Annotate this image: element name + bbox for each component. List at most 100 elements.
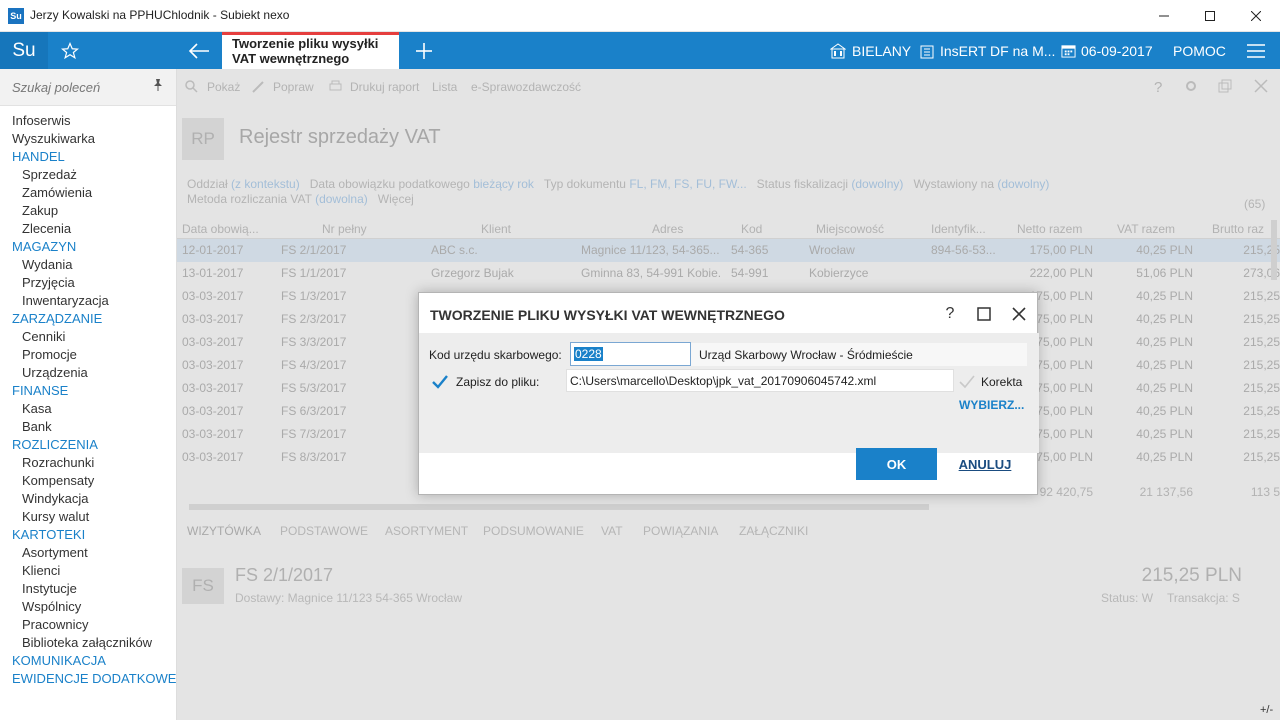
sidebar-section[interactable]: HANDEL	[0, 148, 176, 166]
date-label: 06-09-2017	[1081, 42, 1153, 59]
filter-value[interactable]: (z kontekstu)	[231, 177, 300, 191]
menu-button[interactable]	[1247, 32, 1265, 69]
column-header[interactable]: Data obowią...	[182, 222, 259, 236]
sidebar-item[interactable]: Biblioteka załączników	[0, 634, 176, 652]
column-header[interactable]: Kod	[741, 222, 762, 236]
edit-button[interactable]: Popraw	[273, 80, 314, 94]
tax-office-code-input[interactable]: 0228	[570, 342, 691, 366]
gear-icon[interactable]	[1184, 79, 1198, 96]
detail-tab[interactable]: POWIĄZANIA	[643, 524, 718, 538]
sidebar-item[interactable]: Cenniki	[0, 328, 176, 346]
sidebar-item[interactable]: Asortyment	[0, 544, 176, 562]
ok-button[interactable]: OK	[856, 448, 937, 480]
detail-tab[interactable]: VAT	[601, 524, 623, 538]
maximize-button[interactable]	[1187, 0, 1233, 32]
print-report-button[interactable]: Drukuj raport	[350, 80, 419, 94]
more-filters-link[interactable]: Więcej	[378, 192, 414, 206]
list-button[interactable]: Lista	[432, 80, 457, 94]
filter-value[interactable]: (dowolny)	[997, 177, 1049, 191]
sidebar-section[interactable]: ZARZĄDZANIE	[0, 310, 176, 328]
save-to-file-checkbox[interactable]	[431, 373, 449, 391]
choose-file-link[interactable]: WYBIERZ...	[959, 398, 1024, 412]
dialog-maximize-button[interactable]	[967, 300, 1001, 328]
help-icon[interactable]: ?	[1154, 79, 1162, 96]
close-window-button[interactable]	[1233, 0, 1279, 32]
sidebar-section[interactable]: EWIDENCJE DODATKOWE	[0, 670, 176, 688]
tab-active[interactable]: Tworzenie pliku wysyłki VAT wewnętrznego	[222, 32, 399, 69]
sidebar-section[interactable]: FINANSE	[0, 382, 176, 400]
sidebar-section[interactable]: KARTOTEKI	[0, 526, 176, 544]
pin-icon[interactable]	[152, 79, 164, 94]
sidebar-item[interactable]: Pracownicy	[0, 616, 176, 634]
help-button[interactable]: POMOC	[1173, 32, 1226, 69]
sidebar-item[interactable]: Zamówienia	[0, 184, 176, 202]
sidebar-item[interactable]: Rozrachunki	[0, 454, 176, 472]
vertical-scrollbar[interactable]	[1268, 220, 1280, 720]
sidebar-item[interactable]: Przyjęcia	[0, 274, 176, 292]
tax-office-name: Urząd Skarbowy Wrocław - Śródmieście	[699, 348, 913, 362]
detail-tab[interactable]: WIZYTÓWKA	[187, 524, 261, 538]
column-header[interactable]: Miejscowość	[816, 222, 884, 236]
minimize-button[interactable]	[1141, 0, 1187, 32]
favorites-button[interactable]	[48, 32, 92, 69]
sidebar-item[interactable]: Zlecenia	[0, 220, 176, 238]
table-row[interactable]: 13-01-2017 FS 1/1/2017 Grzegorz Bujak Gminn…	[177, 262, 1280, 285]
detail-tab[interactable]: ASORTYMENT	[385, 524, 468, 538]
close-icon[interactable]	[1254, 79, 1268, 96]
sidebar-item[interactable]: Urządzenia	[0, 364, 176, 382]
column-header[interactable]: Klient	[481, 222, 511, 236]
sidebar-item[interactable]: Kasa	[0, 400, 176, 418]
command-search[interactable]: Szukaj poleceń	[0, 69, 176, 106]
window-restore-icon[interactable]	[1218, 79, 1232, 96]
sidebar-item[interactable]: Klienci	[0, 562, 176, 580]
table-row[interactable]: 12-01-2017 FS 2/1/2017 ABC s.c. Magnice 11/…	[177, 239, 1280, 262]
column-header[interactable]: Nr pełny	[322, 222, 367, 236]
detail-tab[interactable]: PODSTAWOWE	[280, 524, 368, 538]
back-button[interactable]	[177, 32, 221, 69]
correction-checkbox[interactable]	[958, 373, 976, 391]
file-path-input[interactable]: C:\Users\marcello\Desktop\jpk_vat_201709…	[566, 369, 954, 392]
sidebar-item[interactable]: Windykacja	[0, 490, 176, 508]
show-button[interactable]: Pokaż	[207, 80, 240, 94]
filter-value[interactable]: (dowolna)	[315, 192, 368, 206]
sidebar-item[interactable]: Wydania	[0, 256, 176, 274]
filter-value[interactable]: (dowolny)	[851, 177, 903, 191]
column-header[interactable]: Identyfik...	[931, 222, 986, 236]
detail-tab[interactable]: PODSUMOWANIE	[483, 524, 584, 538]
branch-selector[interactable]: BIELANY	[830, 32, 911, 69]
sidebar-section[interactable]: KOMUNIKACJA	[0, 652, 176, 670]
sidebar-item[interactable]: Infoserwis	[0, 112, 176, 130]
filter-value[interactable]: bieżący rok	[473, 177, 534, 191]
dialog-help-button[interactable]: ?	[933, 300, 967, 328]
column-header[interactable]: VAT razem	[1117, 222, 1175, 236]
filter-value[interactable]: FL, FM, FS, FU, FW...	[629, 177, 746, 191]
date-selector[interactable]: 06-09-2017	[1061, 32, 1153, 69]
sidebar-item[interactable]: Inwentaryzacja	[0, 292, 176, 310]
ereport-button[interactable]: e-Sprawozdawczość	[471, 80, 581, 94]
sidebar-item[interactable]: Wspólnicy	[0, 598, 176, 616]
dialog-close-button[interactable]	[1002, 300, 1036, 328]
detail-tab[interactable]: ZAŁĄCZNIKI	[739, 524, 808, 538]
sidebar-section[interactable]: ROZLICZENIA	[0, 436, 176, 454]
sidebar-item[interactable]: Instytucje	[0, 580, 176, 598]
new-tab-button[interactable]	[404, 32, 444, 69]
column-header[interactable]: Netto razem	[1017, 222, 1082, 236]
company-selector[interactable]: InsERT DF na M...	[919, 32, 1055, 69]
sidebar-item[interactable]: Bank	[0, 418, 176, 436]
sidebar-item[interactable]: Zakup	[0, 202, 176, 220]
print-icon	[329, 80, 342, 96]
sidebar-item[interactable]: Sprzedaż	[0, 166, 176, 184]
horizontal-scrollbar[interactable]	[177, 502, 1280, 512]
su-logo[interactable]: Su	[0, 32, 48, 69]
table-cell: 40,25 PLN	[1136, 335, 1193, 349]
sidebar-item[interactable]: Kompensaty	[0, 472, 176, 490]
sidebar-item[interactable]: Wyszukiwarka	[0, 130, 176, 148]
search-input[interactable]: Szukaj poleceń	[12, 80, 100, 95]
column-header[interactable]: Brutto raz	[1212, 222, 1264, 236]
column-header[interactable]: Adres	[652, 222, 683, 236]
sidebar-section[interactable]: MAGAZYN	[0, 238, 176, 256]
sidebar-item[interactable]: Kursy walut	[0, 508, 176, 526]
sidebar-item[interactable]: Promocje	[0, 346, 176, 364]
cancel-button[interactable]: ANULUJ	[949, 448, 1021, 480]
table-cell: 03-03-2017	[182, 312, 244, 326]
